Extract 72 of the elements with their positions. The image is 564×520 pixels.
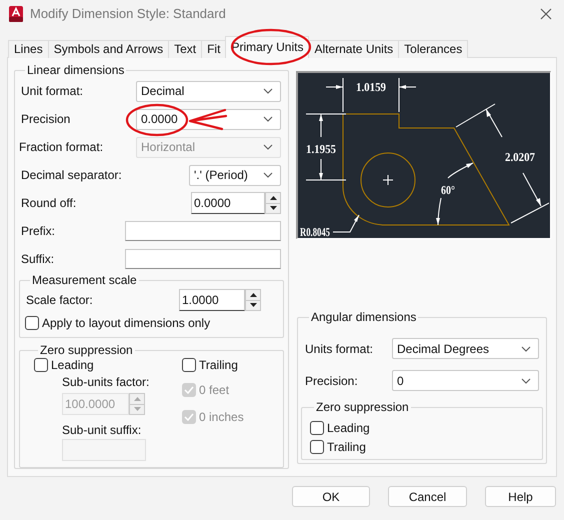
app-icon bbox=[8, 6, 24, 22]
text-field[interactable] bbox=[125, 249, 281, 269]
chevron-down-icon bbox=[263, 116, 273, 122]
dimension-label: 1.0159 bbox=[356, 80, 389, 94]
checkbox-label: 0 inches bbox=[199, 409, 244, 426]
triangle-up-icon bbox=[134, 396, 140, 401]
checkbox-label: Leading bbox=[51, 357, 94, 374]
tab[interactable]: Text bbox=[168, 40, 202, 58]
group-title: Linear dimensions bbox=[26, 63, 126, 77]
spinner-field[interactable]: 0.0000 bbox=[191, 192, 265, 214]
checkbox[interactable] bbox=[310, 440, 324, 454]
checkbox-label: Trailing bbox=[327, 438, 366, 456]
triangle-up-icon bbox=[250, 292, 256, 297]
dialog-button[interactable]: OK bbox=[292, 486, 370, 507]
tab[interactable]: Alternate Units bbox=[308, 40, 400, 58]
field-label: Prefix: bbox=[21, 223, 56, 240]
group-title: Measurement scale bbox=[31, 273, 138, 287]
field-label: Precision bbox=[21, 111, 70, 128]
field-label: Unit format: bbox=[21, 83, 84, 100]
field-label: Scale factor: bbox=[26, 292, 93, 309]
checkbox-label: Leading bbox=[327, 420, 370, 436]
field-label: Round off: bbox=[21, 195, 76, 212]
field-label: Sub-units factor: bbox=[62, 375, 150, 389]
close-icon bbox=[540, 8, 552, 20]
chevron-down-icon bbox=[263, 144, 273, 150]
group-title: Zero suppression bbox=[39, 343, 134, 357]
dropdown[interactable]: '.' (Period) bbox=[189, 164, 281, 186]
dialog-button[interactable]: Cancel bbox=[388, 486, 467, 507]
triangle-down-icon bbox=[134, 407, 140, 412]
annotation-circle bbox=[126, 104, 188, 136]
text-field[interactable] bbox=[125, 221, 281, 241]
group-title: Zero suppression bbox=[315, 400, 410, 414]
field-label: Decimal separator: bbox=[21, 167, 122, 184]
annotation-arrow bbox=[188, 108, 228, 130]
window-title: Modify Dimension Style: Standard bbox=[30, 5, 226, 24]
checkbox[interactable] bbox=[182, 358, 196, 372]
dropdown[interactable]: 0.0000 bbox=[136, 108, 281, 130]
checkbox[interactable] bbox=[310, 420, 324, 434]
tab[interactable]: Fit bbox=[201, 40, 226, 58]
dialog-button[interactable]: Help bbox=[485, 486, 556, 507]
dropdown[interactable]: Decimal Degrees bbox=[392, 338, 539, 359]
triangle-down-icon bbox=[250, 303, 256, 308]
checkbox[interactable] bbox=[25, 316, 39, 330]
chevron-down-icon bbox=[263, 88, 273, 94]
chevron-down-icon bbox=[263, 172, 273, 178]
checkbox-label: 0 feet bbox=[199, 382, 230, 399]
dimension-label: 2.0207 bbox=[505, 150, 538, 164]
field-label: Units format: bbox=[305, 340, 374, 358]
check-icon bbox=[184, 413, 194, 421]
triangle-up-icon bbox=[270, 196, 276, 200]
checkbox[interactable] bbox=[34, 358, 48, 372]
close-button[interactable] bbox=[538, 6, 554, 22]
field-label: Suffix: bbox=[21, 251, 54, 268]
chevron-down-icon bbox=[521, 378, 531, 384]
spinner-field[interactable]: 1.0000 bbox=[179, 289, 245, 311]
dimension-label: 1.1955 bbox=[306, 142, 339, 156]
tab[interactable]: Tolerances bbox=[398, 40, 468, 58]
tab[interactable]: Lines bbox=[8, 40, 49, 58]
group-title: Angular dimensions bbox=[310, 310, 418, 324]
dropdown[interactable]: 0 bbox=[392, 370, 539, 391]
field-label: Precision: bbox=[305, 372, 358, 390]
dimension-label: 60° bbox=[441, 183, 458, 197]
checkbox-label: Apply to layout dimensions only bbox=[42, 315, 210, 332]
dropdown[interactable]: Decimal bbox=[136, 80, 281, 102]
chevron-down-icon bbox=[521, 346, 531, 352]
field-label: Sub-unit suffix: bbox=[62, 423, 142, 437]
checkbox-label: Trailing bbox=[199, 357, 238, 374]
check-icon bbox=[184, 386, 194, 394]
field-label: Fraction format: bbox=[19, 139, 104, 156]
dimension-label: R0.8045 bbox=[300, 225, 342, 237]
triangle-down-icon bbox=[270, 206, 276, 210]
tab[interactable]: Symbols and Arrows bbox=[48, 40, 170, 58]
